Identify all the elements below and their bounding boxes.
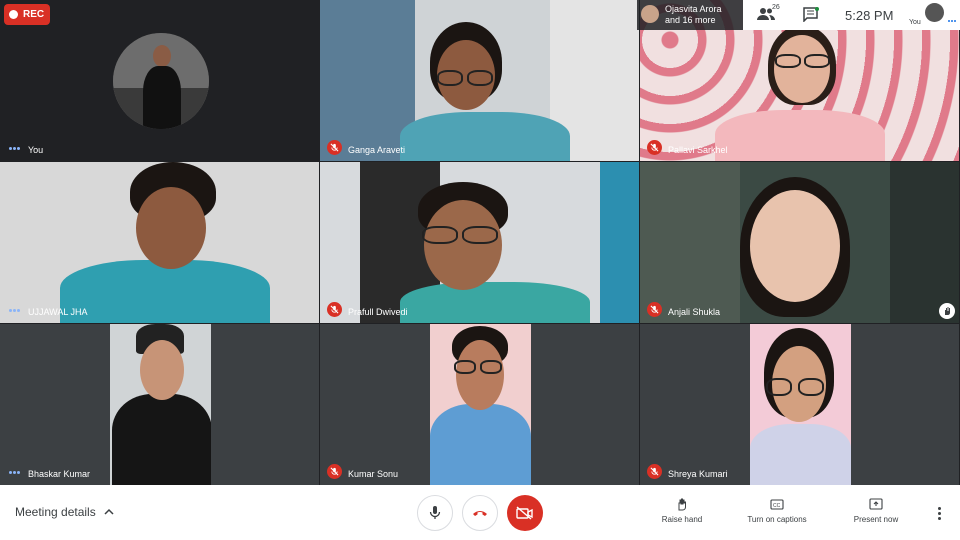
- other-participants-chip[interactable]: Ojasvita Arora and 16 more: [637, 0, 743, 30]
- more-dots-icon: [948, 20, 958, 23]
- recording-badge: REC: [4, 4, 50, 25]
- meeting-details-button[interactable]: Meeting details: [15, 505, 114, 519]
- participant-name: UJJAWAL JHA: [28, 307, 88, 317]
- participant-name: Kumar Sonu: [348, 469, 399, 479]
- microphone-button[interactable]: [417, 495, 453, 531]
- audio-indicator-icon: [9, 309, 21, 313]
- mic-icon: [429, 506, 441, 519]
- mic-off-icon: [327, 464, 342, 479]
- chat-button[interactable]: [803, 7, 819, 23]
- participant-tile-ujjawal-jha[interactable]: UJJAWAL JHA: [0, 162, 319, 323]
- camera-button[interactable]: [507, 495, 543, 531]
- leave-call-button[interactable]: [462, 495, 498, 531]
- bottom-control-bar: Meeting details Raise hand CC Turn on ca…: [0, 485, 960, 540]
- hand-icon: [678, 498, 686, 511]
- meeting-info-bar: 26 5:28 PM You: [743, 0, 960, 30]
- others-name: Ojasvita Arora: [665, 4, 722, 14]
- participant-tile-bhaskar-kumar[interactable]: Bhaskar Kumar: [0, 324, 319, 485]
- participant-tile-ganga-araveti[interactable]: Ganga Araveti: [320, 0, 639, 161]
- svg-text:CC: CC: [773, 503, 781, 509]
- participant-tile-shreya-kumari[interactable]: Shreya Kumari: [640, 324, 959, 485]
- raise-hand-button[interactable]: Raise hand: [660, 497, 704, 524]
- participant-name: Ganga Araveti: [348, 145, 406, 155]
- others-count: and 16 more: [665, 15, 716, 25]
- captions-button[interactable]: CC Turn on captions: [742, 497, 812, 524]
- mic-off-icon: [327, 302, 342, 317]
- participant-name: You: [28, 145, 44, 155]
- participant-name: Bhaskar Kumar: [28, 469, 91, 479]
- audio-indicator-icon: [9, 147, 21, 151]
- avatar: [641, 5, 659, 23]
- participant-name: Prafull Dwivedi: [348, 307, 408, 317]
- top-right-bar: Ojasvita Arora and 16 more 26 5:28 PM Yo…: [637, 0, 960, 30]
- mic-off-icon: [647, 140, 662, 155]
- recording-label: REC: [23, 9, 45, 20]
- chevron-up-icon: [104, 508, 114, 515]
- camera-off-icon: [516, 506, 533, 520]
- record-dot-icon: [9, 10, 18, 19]
- mic-off-icon: [647, 464, 662, 479]
- mic-off-icon: [327, 140, 342, 155]
- participant-tile-kumar-sonu[interactable]: Kumar Sonu: [320, 324, 639, 485]
- avatar: [113, 33, 209, 129]
- hand-raised-icon: [939, 303, 955, 319]
- mic-off-icon: [647, 302, 662, 317]
- audio-indicator-icon: [9, 471, 21, 475]
- participant-name: Pallavi Sarkhel: [668, 145, 728, 155]
- clock: 5:28 PM: [845, 8, 894, 23]
- hang-up-icon: [473, 511, 487, 516]
- self-view-thumbnail[interactable]: [925, 3, 944, 22]
- participant-name: Shreya Kumari: [668, 469, 728, 479]
- present-now-button[interactable]: Present now: [850, 497, 902, 524]
- present-icon: [869, 498, 883, 510]
- present-label: Present now: [853, 515, 899, 524]
- chat-icon: [803, 7, 819, 23]
- video-grid: You Ganga Araveti Pallavi Sarkhel UJJAWA…: [0, 0, 960, 485]
- captions-label: Turn on captions: [747, 515, 807, 524]
- participant-name: Anjali Shukla: [668, 307, 721, 317]
- participant-tile-prafull-dwivedi[interactable]: Prafull Dwivedi: [320, 162, 639, 323]
- more-options-icon[interactable]: [938, 507, 942, 521]
- captions-icon: CC: [770, 499, 784, 510]
- self-label: You: [909, 19, 921, 26]
- meeting-details-label: Meeting details: [15, 505, 96, 519]
- raise-hand-label: Raise hand: [661, 515, 703, 524]
- people-count: 26: [772, 4, 780, 11]
- participant-tile-anjali-shukla[interactable]: Anjali Shukla: [640, 162, 959, 323]
